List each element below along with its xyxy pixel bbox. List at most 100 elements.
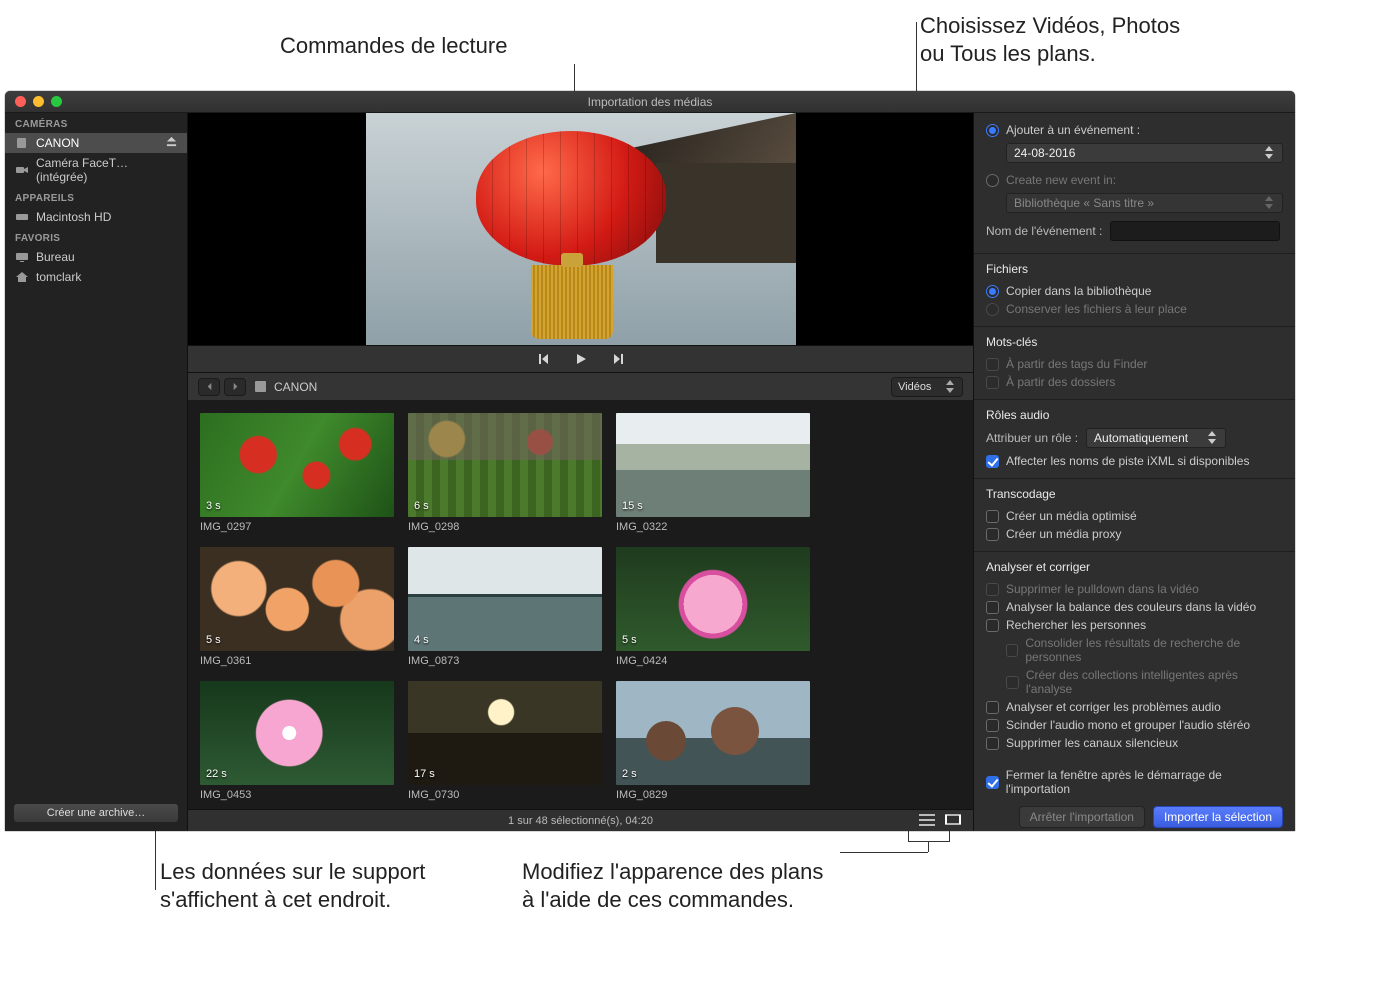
smart-collections-label: Créer des collections intelligentes aprè… <box>1026 668 1283 696</box>
balance-checkbox[interactable] <box>986 601 999 614</box>
close-after-check-row[interactable]: Fermer la fenêtre après le démarrage de … <box>986 766 1283 798</box>
callout-line-appearance-v <box>928 842 929 852</box>
proxy-checkbox[interactable] <box>986 528 999 541</box>
preview-image <box>366 113 796 345</box>
event-select[interactable]: 24-08-2016 <box>1006 143 1283 163</box>
annotation-playback: Commandes de lecture <box>280 32 507 61</box>
sidebar-header-favorites: FAVORIS <box>5 227 187 247</box>
filter-value: Vidéos <box>898 381 931 393</box>
stepper-icon <box>946 380 956 394</box>
optimized-check-row[interactable]: Créer un média optimisé <box>986 507 1283 525</box>
clip-duration: 4 s <box>414 634 429 646</box>
split-audio-check-row[interactable]: Scinder l'audio mono et grouper l'audio … <box>986 716 1283 734</box>
clip-thumbnail[interactable]: 4 s <box>408 547 602 651</box>
eject-icon[interactable] <box>166 136 177 150</box>
library-select: Bibliothèque « Sans titre » <box>1006 193 1283 213</box>
event-name-label: Nom de l'événement : <box>986 224 1102 238</box>
people-label: Rechercher les personnes <box>1006 618 1146 632</box>
sidebar-item-desktop[interactable]: Bureau <box>5 247 187 267</box>
sidebar-item-home[interactable]: tomclark <box>5 267 187 287</box>
nav-forward-button[interactable] <box>224 378 246 396</box>
create-new-event-radio-row[interactable]: Create new event in: <box>986 171 1283 189</box>
assign-role-select[interactable]: Automatiquement <box>1086 428 1226 448</box>
import-selection-button[interactable]: Importer la sélection <box>1153 806 1283 828</box>
clip-thumbnail[interactable]: 5 s <box>200 547 394 651</box>
clip-grid[interactable]: 3 sIMG_02976 sIMG_029815 sIMG_03225 sIMG… <box>188 401 973 809</box>
clip-thumbnail[interactable]: 2 s <box>616 681 810 785</box>
clip-item[interactable]: 15 sIMG_0322 <box>616 413 810 533</box>
clip-item[interactable]: 22 sIMG_0453 <box>200 681 394 801</box>
clip-thumbnail[interactable]: 15 s <box>616 413 810 517</box>
titlebar: Importation des médias <box>5 91 1295 113</box>
split-audio-checkbox[interactable] <box>986 719 999 732</box>
sdcard-icon <box>15 137 29 149</box>
split-audio-label: Scinder l'audio mono et grouper l'audio … <box>1006 718 1250 732</box>
clip-item[interactable]: 3 sIMG_0297 <box>200 413 394 533</box>
media-filter-select[interactable]: Vidéos <box>891 377 963 397</box>
ixml-checkbox[interactable] <box>986 455 999 468</box>
zoom-window-button[interactable] <box>51 96 62 107</box>
clip-item[interactable]: 6 sIMG_0298 <box>408 413 602 533</box>
smart-collections-check-row: Créer des collections intelligentes aprè… <box>986 666 1283 698</box>
clip-thumbnail[interactable]: 6 s <box>408 413 602 517</box>
stop-import-button[interactable]: Arrêter l'importation <box>1019 806 1145 828</box>
clip-item[interactable]: 4 sIMG_0873 <box>408 547 602 667</box>
leave-in-place-radio-row[interactable]: Conserver les fichiers à leur place <box>986 300 1283 318</box>
clip-thumbnail[interactable]: 3 s <box>200 413 394 517</box>
clip-item[interactable]: 17 sIMG_0730 <box>408 681 602 801</box>
list-view-button[interactable] <box>919 813 935 829</box>
close-window-button[interactable] <box>15 96 26 107</box>
path-chip[interactable]: CANON <box>254 380 317 394</box>
people-checkbox[interactable] <box>986 619 999 632</box>
media-import-window: Importation des médias CAMÉRAS CANON Cam… <box>5 91 1295 831</box>
next-clip-button[interactable] <box>612 352 626 366</box>
audiofix-checkbox[interactable] <box>986 701 999 714</box>
people-check-row[interactable]: Rechercher les personnes <box>986 616 1283 634</box>
copy-to-library-radio-row[interactable]: Copier dans la bibliothèque <box>986 282 1283 300</box>
import-options-panel: Ajouter à un événement : 24-08-2016 Crea… <box>973 113 1295 831</box>
sidebar-item-label: Macintosh HD <box>36 210 111 224</box>
silent-channels-checkbox[interactable] <box>986 737 999 750</box>
clip-item[interactable]: 2 sIMG_0829 <box>616 681 810 801</box>
clip-item[interactable]: 5 sIMG_0361 <box>200 547 394 667</box>
add-to-event-radio[interactable] <box>986 124 999 137</box>
clip-thumbnail[interactable]: 5 s <box>616 547 810 651</box>
event-select-value: 24-08-2016 <box>1014 146 1075 160</box>
optimized-checkbox[interactable] <box>986 510 999 523</box>
clip-duration: 22 s <box>206 768 227 780</box>
finder-tags-checkbox <box>986 358 999 371</box>
prev-clip-button[interactable] <box>536 352 550 366</box>
event-name-input[interactable] <box>1110 221 1280 241</box>
clip-thumbnail[interactable]: 17 s <box>408 681 602 785</box>
filmstrip-view-button[interactable] <box>945 813 961 829</box>
add-to-event-radio-row[interactable]: Ajouter à un événement : <box>986 121 1283 139</box>
clip-name: IMG_0730 <box>408 785 602 801</box>
sidebar-item-macintosh-hd[interactable]: Macintosh HD <box>5 207 187 227</box>
play-button[interactable] <box>574 352 588 366</box>
create-archive-button[interactable]: Créer une archive… <box>13 803 179 823</box>
minimize-window-button[interactable] <box>33 96 44 107</box>
nav-back-button[interactable] <box>198 378 220 396</box>
close-after-checkbox[interactable] <box>986 776 999 789</box>
sidebar-item-facetime[interactable]: Caméra FaceT… (intégrée) <box>5 153 187 187</box>
create-new-event-label: Create new event in: <box>1006 173 1116 187</box>
copy-to-library-radio[interactable] <box>986 285 999 298</box>
sidebar-item-canon[interactable]: CANON <box>5 133 187 153</box>
balance-label: Analyser la balance des couleurs dans la… <box>1006 600 1256 614</box>
optimized-label: Créer un média optimisé <box>1006 509 1137 523</box>
balance-check-row[interactable]: Analyser la balance des couleurs dans la… <box>986 598 1283 616</box>
clip-duration: 2 s <box>622 768 637 780</box>
disk-icon <box>15 211 29 223</box>
silent-channels-label: Supprimer les canaux silencieux <box>1006 736 1178 750</box>
annotation-media-2: s'affichent à cet endroit. <box>160 886 391 915</box>
leave-in-place-radio <box>986 303 999 316</box>
create-new-event-radio[interactable] <box>986 174 999 187</box>
stepper-icon <box>1265 196 1275 210</box>
clip-thumbnail[interactable]: 22 s <box>200 681 394 785</box>
ixml-check-row[interactable]: Affecter les noms de piste iXML si dispo… <box>986 452 1283 470</box>
audiofix-check-row[interactable]: Analyser et corriger les problèmes audio <box>986 698 1283 716</box>
clip-item[interactable]: 5 sIMG_0424 <box>616 547 810 667</box>
section-audio-roles-title: Rôles audio <box>986 408 1283 422</box>
silent-channels-check-row[interactable]: Supprimer les canaux silencieux <box>986 734 1283 752</box>
proxy-check-row[interactable]: Créer un média proxy <box>986 525 1283 543</box>
